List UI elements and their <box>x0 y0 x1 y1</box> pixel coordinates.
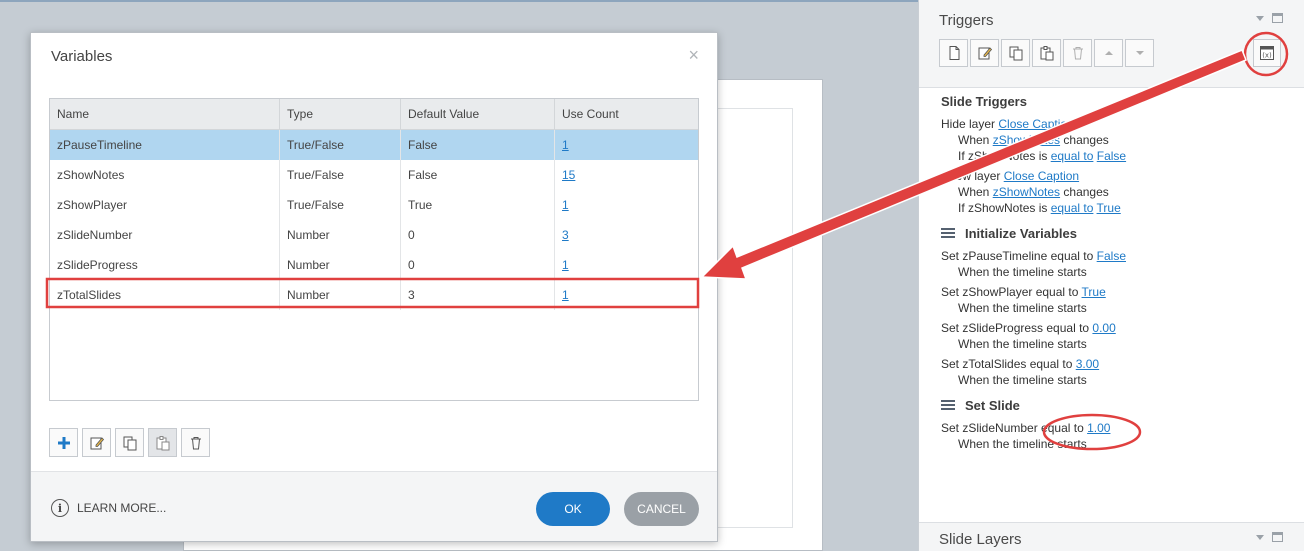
plus-icon <box>57 436 70 449</box>
triggers-panel: Triggers (x) Slide Triggers Hide layer C… <box>918 0 1304 551</box>
value-link[interactable]: 1.00 <box>1087 421 1110 435</box>
close-icon[interactable]: × <box>688 45 699 66</box>
table-row[interactable]: zShowNotes True/False False 15 <box>50 160 698 190</box>
slide-layers-title: Slide Layers <box>939 531 1022 548</box>
variables-dialog: Variables × Name Type Default Value Use … <box>30 32 718 542</box>
add-variable-button[interactable] <box>49 428 78 457</box>
value-link[interactable]: True <box>1082 285 1106 299</box>
trash-icon <box>190 436 201 449</box>
move-up-button[interactable] <box>1094 39 1123 67</box>
arrow-down-icon <box>1135 51 1144 55</box>
value-link[interactable]: False <box>1097 249 1126 263</box>
trigger-item[interactable]: Show layer Close Caption When zShowNotes… <box>941 168 1291 216</box>
variables-icon: (x) <box>1260 46 1274 60</box>
info-icon: i <box>51 499 69 517</box>
column-header-name[interactable]: Name <box>50 99 280 129</box>
panel-controls <box>1256 13 1283 23</box>
slide-layers-header: Slide Layers <box>919 522 1304 551</box>
column-header-use-count[interactable]: Use Count <box>555 99 698 129</box>
arrow-up-icon <box>1104 51 1113 55</box>
value-link[interactable]: 3.00 <box>1076 357 1099 371</box>
slide-triggers-heading: Slide Triggers <box>941 93 1027 109</box>
top-border <box>0 0 918 2</box>
layers-panel-controls <box>1256 532 1283 542</box>
use-count-link[interactable]: 1 <box>562 138 569 152</box>
move-down-button[interactable] <box>1125 39 1154 67</box>
table-header: Name Type Default Value Use Count <box>50 99 698 130</box>
copy-icon <box>1009 46 1022 61</box>
edit-variable-button[interactable] <box>82 428 111 457</box>
use-count-link[interactable]: 1 <box>562 198 569 212</box>
dialog-title: Variables <box>51 48 113 65</box>
group-icon <box>941 400 955 410</box>
learn-more-link[interactable]: i LEARN MORE... <box>51 499 166 517</box>
edit-icon <box>90 436 104 449</box>
copy-trigger-button[interactable] <box>1001 39 1030 67</box>
table-row[interactable]: zTotalSlides Number 3 1 <box>50 280 698 310</box>
use-count-link[interactable]: 1 <box>562 258 569 272</box>
use-count-link[interactable]: 1 <box>562 288 569 302</box>
paste-icon <box>1040 46 1053 61</box>
triggers-panel-title: Triggers <box>939 12 994 29</box>
triggers-list: Slide Triggers Hide layer Close Caption … <box>941 90 1291 452</box>
triggers-toolbar <box>939 39 1154 67</box>
svg-text:(x): (x) <box>1262 52 1272 60</box>
table-row[interactable]: zSlideProgress Number 0 1 <box>50 250 698 280</box>
condition-link[interactable]: equal to <box>1051 201 1094 215</box>
edit-icon <box>978 47 992 60</box>
condition-link[interactable]: equal to <box>1051 149 1094 163</box>
table-row[interactable]: zSlideNumber Number 0 3 <box>50 220 698 250</box>
use-count-link[interactable]: 15 <box>562 168 575 182</box>
trigger-item[interactable]: Set zSlideNumber equal to 1.00 When the … <box>941 420 1291 452</box>
value-link[interactable]: False <box>1097 149 1126 163</box>
layer-link[interactable]: Close Caption <box>998 117 1073 131</box>
value-link[interactable]: 0.00 <box>1092 321 1115 335</box>
new-trigger-button[interactable] <box>939 39 968 67</box>
trash-icon <box>1072 47 1083 60</box>
manage-variables-button[interactable]: (x) <box>1253 39 1281 67</box>
triggers-panel-header: Triggers (x) <box>919 0 1304 88</box>
column-header-type[interactable]: Type <box>280 99 401 129</box>
copy-variable-button[interactable] <box>115 428 144 457</box>
table-row[interactable]: zPauseTimeline True/False False 1 <box>50 130 698 160</box>
copy-icon <box>123 436 136 450</box>
trigger-item[interactable]: Set zShowPlayer equal to True When the t… <box>941 284 1291 316</box>
set-slide-group[interactable]: Set Slide <box>941 394 1291 416</box>
ok-button[interactable]: OK <box>536 492 610 526</box>
trigger-item[interactable]: Set zTotalSlides equal to 3.00 When the … <box>941 356 1291 388</box>
cancel-button[interactable]: CANCEL <box>624 492 699 526</box>
paste-trigger-button[interactable] <box>1032 39 1061 67</box>
layer-link[interactable]: Close Caption <box>1004 169 1079 183</box>
variables-toolbar <box>49 428 210 457</box>
collapse-caret-icon[interactable] <box>1256 15 1264 21</box>
initialize-variables-group[interactable]: Initialize Variables <box>941 222 1291 244</box>
paste-icon <box>156 435 169 450</box>
column-header-default-value[interactable]: Default Value <box>401 99 555 129</box>
dialog-footer: i LEARN MORE... OK CANCEL <box>31 471 717 541</box>
use-count-link[interactable]: 3 <box>562 228 569 242</box>
trigger-item[interactable]: Set zPauseTimeline equal to False When t… <box>941 248 1291 280</box>
trigger-item[interactable]: Hide layer Close Caption When zShowNotes… <box>941 116 1291 164</box>
edit-trigger-button[interactable] <box>970 39 999 67</box>
group-icon <box>941 228 955 238</box>
paste-variable-button[interactable] <box>148 428 177 457</box>
float-panel-icon[interactable] <box>1272 13 1283 23</box>
delete-trigger-button[interactable] <box>1063 39 1092 67</box>
variable-link[interactable]: zShowNotes <box>993 185 1060 199</box>
float-panel-icon[interactable] <box>1272 532 1283 542</box>
collapse-caret-icon[interactable] <box>1256 534 1264 540</box>
value-link[interactable]: True <box>1097 201 1121 215</box>
trigger-item[interactable]: Set zSlideProgress equal to 0.00 When th… <box>941 320 1291 352</box>
table-row[interactable]: zShowPlayer True/False True 1 <box>50 190 698 220</box>
variable-link[interactable]: zShowNotes <box>993 133 1060 147</box>
new-document-icon <box>949 46 959 60</box>
delete-variable-button[interactable] <box>181 428 210 457</box>
variables-table: Name Type Default Value Use Count zPause… <box>49 98 699 401</box>
